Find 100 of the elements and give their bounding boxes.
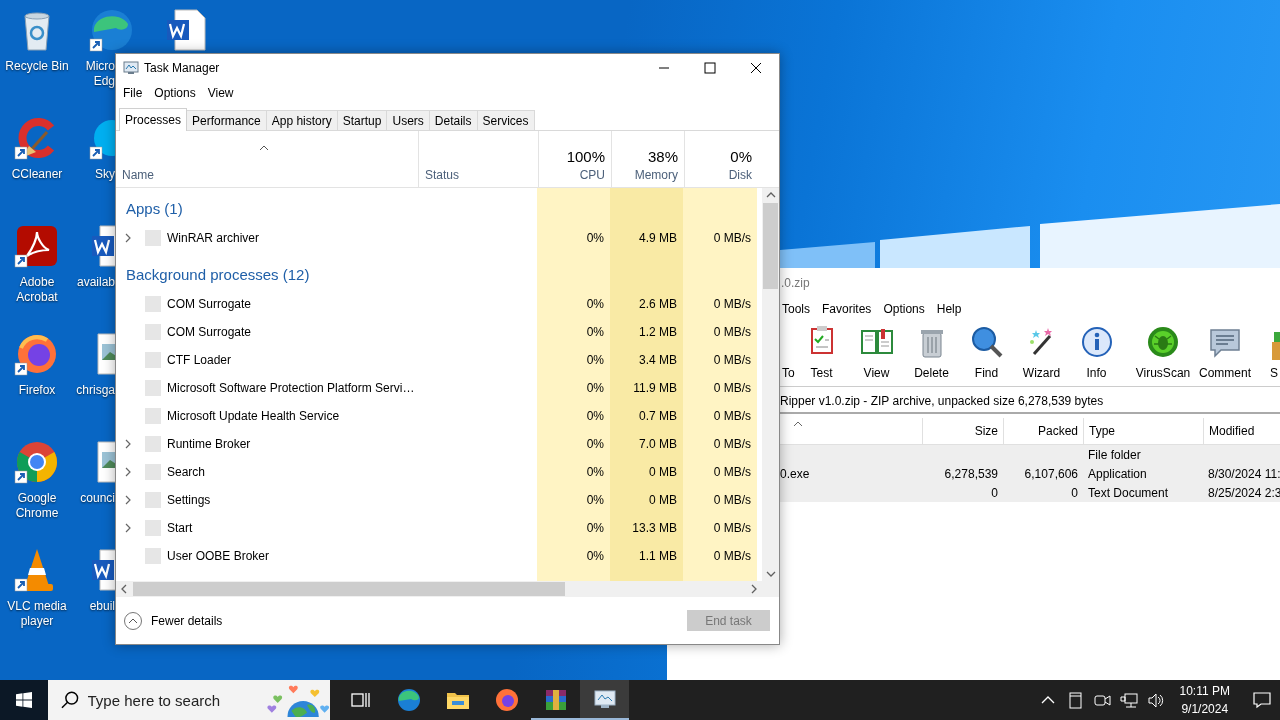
table-cell-text: 0% [585,409,605,423]
column-header[interactable]: CPU [579,168,605,182]
process-name[interactable]: COM Surrogate [167,325,252,339]
table-cell-text: 3.4 MB [638,353,678,367]
menu-item[interactable]: Help [936,302,974,316]
table-cell-text: 0 MB/s [712,231,752,245]
fewer-details-link[interactable]: Fewer details [151,613,687,628]
icon-label: ebuil [88,599,115,614]
toolbar-button[interactable]: Wizard [1014,324,1069,386]
column-header[interactable]: Packed [1003,418,1083,444]
toolbar-button[interactable]: VirusScan [1132,324,1194,386]
usage-percent: 0% [730,148,752,165]
table-cell-text: 7.0 MB [638,437,678,451]
menu-item[interactable]: Tools [782,302,822,316]
column-header[interactable]: Type [1083,418,1203,444]
sort-caret-icon [793,421,803,427]
process-name[interactable]: Settings [167,493,211,507]
column-header[interactable]: Size [922,418,1003,444]
table-cell-text: 0 MB/s [712,521,752,535]
process-icon [145,464,161,480]
tab[interactable]: App history [265,110,338,130]
toolbar-button[interactable]: Find [959,324,1014,386]
task-view-icon [349,690,370,710]
window-title: .0.zip [780,275,811,292]
process-icon [145,548,161,564]
process-name[interactable]: Microsoft Update Health Service [167,409,340,423]
icon-label: Recycle Bin [4,59,70,74]
icon-label: Sky [94,167,115,182]
icon-label: CCleaner [10,167,64,182]
tab[interactable]: Processes [119,108,188,131]
collapse-icon[interactable] [123,610,143,631]
browser-icon [396,688,421,712]
tab[interactable]: Details [428,110,478,130]
process-name[interactable]: COM Surrogate [167,297,252,311]
table-cell-text: 0 MB [648,465,678,479]
table-cell-text: 0 MB/s [712,297,752,311]
table-cell-text: 8/25/2024 2:3 [1207,485,1280,500]
table-cell-text: 0% [585,521,605,535]
table-cell-text: 0 MB/s [712,549,752,563]
column-header[interactable]: Modified [1203,418,1280,444]
column-header[interactable]: Disk [728,168,752,182]
notification-icon[interactable] [1252,690,1272,710]
table-cell-text: 1.2 MB [638,325,678,339]
toolbar-button[interactable]: S [1256,324,1280,386]
table-cell-text: 0.exe [780,466,811,481]
menu-item[interactable]: File [117,86,149,100]
clock-date[interactable]: 9/1/2024 [1181,700,1229,718]
tab[interactable]: Users [386,110,430,130]
start-button[interactable] [0,680,48,720]
table-cell-text: 0% [585,493,605,507]
menu-item[interactable]: Options [148,86,202,100]
maximize-icon [704,62,716,74]
column-header[interactable]: Status [425,168,460,182]
tab[interactable]: Performance [186,110,267,130]
toolbar-button[interactable]: To [779,324,794,386]
column-header[interactable]: Name [122,168,154,182]
process-name[interactable]: CTF Loader [167,353,232,367]
toolbar-button[interactable]: View [849,324,904,386]
icon-label: counci [79,491,115,506]
table-cell-text: Text Document [1087,485,1170,500]
toolbar-button[interactable]: Delete [904,324,959,386]
toolbar-button[interactable]: Info [1069,324,1124,386]
process-icon [145,436,161,452]
tab[interactable]: Startup [336,110,388,130]
process-name[interactable]: User OOBE Broker [167,549,270,563]
table-cell-text: 0% [585,549,605,563]
scrollbar-thumb[interactable] [763,203,778,289]
column-header[interactable]: Memory [634,168,678,182]
process-name[interactable]: Start [167,521,193,535]
menu-item[interactable]: Favorites [822,302,884,316]
icon-label: Firefox [17,383,57,398]
browser-icon [494,688,519,712]
process-name[interactable]: Search [167,465,206,479]
toolbar-button[interactable]: Comment [1194,324,1256,386]
toolbar-button[interactable]: Test [794,324,849,386]
icon-label: Micro Edg [84,59,115,89]
process-icon [145,380,161,396]
search-field[interactable]: Type here to search [87,691,258,709]
table-cell-text: 4.9 MB [638,231,678,245]
process-name[interactable]: WinRAR archiver [167,231,259,245]
minimize-icon [659,67,669,69]
network-icon[interactable] [1119,690,1139,710]
taskbar-app[interactable] [580,680,629,720]
scrollbar-thumb[interactable] [133,582,565,596]
sort-caret-icon [259,145,269,151]
icon-label: VLC media player [6,599,68,629]
table-cell-text: 0% [585,325,605,339]
icon-label: availab [75,275,115,290]
process-name[interactable]: Runtime Broker [167,437,251,451]
table-cell-text: 0 [1070,485,1079,500]
menu-item[interactable]: Options [883,302,937,316]
clock-time[interactable]: 10:11 PM [1179,682,1230,700]
search-bar[interactable]: Type here to search [48,680,330,720]
table-cell-text: File folder [1087,447,1142,462]
process-name[interactable]: Microsoft Software Protection Platform Servi… [167,381,415,395]
table-cell-text: Application [1087,466,1148,481]
menu-item[interactable]: View [201,86,240,100]
tab[interactable]: Services [476,110,535,130]
table-cell-text: 0% [585,465,605,479]
table-cell-text: 0 [990,485,999,500]
